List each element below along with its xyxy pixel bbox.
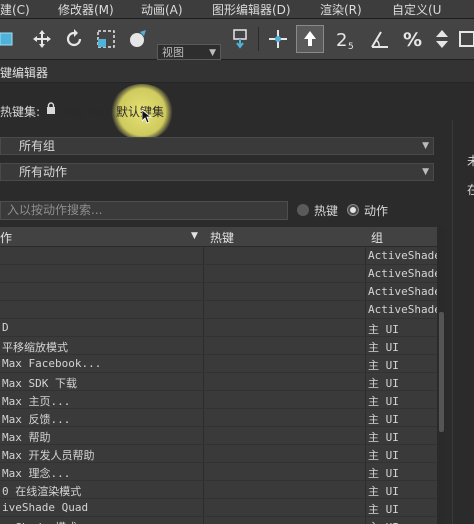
table-row[interactable]: Max 理念... 主 UI	[0, 463, 437, 481]
group-filter-value: 所有组	[19, 139, 56, 153]
row-action: 0 在线渲染模式	[2, 485, 82, 498]
table-row[interactable]: ActiveShade	[0, 247, 437, 265]
toolbar-divider	[258, 27, 259, 51]
header-action[interactable]: 作	[0, 229, 12, 246]
row-action: 平移缩放模式	[2, 341, 68, 354]
menu-create[interactable]: 建(C)	[0, 1, 30, 18]
action-filter-value: 所有动作	[19, 165, 68, 179]
menu-graph-editors[interactable]: 图形编辑器(D)	[212, 1, 291, 18]
row-group: ActiveShade	[368, 249, 437, 262]
menu-modifiers[interactable]: 修改器(M)	[58, 1, 114, 18]
row-group: 主 UI	[368, 503, 399, 516]
reference-coordinate-select[interactable]: 视图 ▼	[157, 44, 221, 60]
row-action: Max 主页...	[2, 395, 71, 408]
pivot-center-icon[interactable]	[226, 25, 254, 53]
row-group: 主 UI	[368, 377, 399, 390]
table-row[interactable]: Max 反馈... 主 UI	[0, 409, 437, 427]
svg-text:2: 2	[336, 30, 347, 50]
menu-animation[interactable]: 动画(A)	[141, 1, 183, 18]
row-action: D	[2, 321, 9, 334]
row-group: 主 UI	[368, 359, 399, 372]
chevron-down-icon: ▼	[209, 48, 216, 58]
rotate-icon[interactable]	[60, 25, 88, 53]
actions-table: 作 ▼ 热键 组 ActiveShade ActiveShade ActiveSha…	[0, 227, 437, 524]
row-action: veShade 模式	[2, 519, 77, 524]
table-row[interactable]: D 主 UI	[0, 319, 437, 337]
description-panel: 未 在	[452, 120, 474, 524]
radio-action-label: 动作	[364, 204, 389, 218]
group-filter-dropdown[interactable]: 所有组 ▼	[0, 137, 434, 155]
table-row[interactable]: ActiveShade	[0, 265, 437, 283]
table-row[interactable]: 0 在线渲染模式 主 UI	[0, 481, 437, 499]
row-action: Max 开发人员帮助	[2, 449, 95, 462]
search-placeholder: 入以按动作搜索...	[7, 203, 103, 217]
row-group: 主 UI	[368, 449, 399, 462]
radio-hotkey[interactable]	[297, 204, 309, 216]
row-action: Max 反馈...	[2, 413, 71, 426]
row-group: 主 UI	[368, 431, 399, 444]
scale-icon[interactable]	[92, 25, 120, 53]
table-row[interactable]: ActiveShade	[0, 283, 437, 301]
menu-rendering[interactable]: 渲染(R)	[320, 1, 362, 18]
row-group: ActiveShade	[368, 303, 437, 316]
sort-down-icon[interactable]: ▼	[191, 231, 198, 241]
row-group: 主 UI	[368, 519, 399, 524]
table-row[interactable]: ActiveShade	[0, 301, 437, 319]
row-action: Max 理念...	[2, 467, 71, 480]
snaps-toggle-icon[interactable]: 25	[332, 25, 360, 53]
header-group[interactable]: 组	[371, 229, 383, 246]
header-hotkey[interactable]: 热键	[210, 229, 234, 246]
table-row[interactable]: veShade 模式 主 UI	[0, 517, 437, 524]
hotkey-set-label: 热键集:	[0, 105, 41, 119]
dialog-title-bar: 键编辑器	[0, 60, 474, 83]
chevron-down-icon: ▼	[422, 141, 429, 151]
action-filter-dropdown[interactable]: 所有动作 ▼	[0, 163, 434, 181]
row-group: 主 UI	[368, 323, 399, 336]
table-row[interactable]: Max 帮助 主 UI	[0, 427, 437, 445]
select-manipulate-icon[interactable]	[264, 25, 292, 53]
row-group: 主 UI	[368, 467, 399, 480]
row-group: ActiveShade	[368, 285, 437, 298]
table-row[interactable]: Max SDK 下载 主 UI	[0, 373, 437, 391]
table-row[interactable]: Max 主页... 主 UI	[0, 391, 437, 409]
svg-text:%: %	[403, 29, 422, 50]
menu-bar: 建(C) 修改器(M) 动画(A) 图形编辑器(D) 渲染(R) 自定义(U	[0, 0, 474, 19]
spinner-snap-icon[interactable]	[428, 25, 456, 53]
row-action: iveShade Quad	[2, 501, 89, 514]
move-icon[interactable]	[28, 25, 56, 53]
named-selection-icon[interactable]	[454, 25, 474, 53]
row-group: 主 UI	[368, 485, 399, 498]
table-row[interactable]: Max 开发人员帮助 主 UI	[0, 445, 437, 463]
row-group: ActiveShade	[368, 267, 437, 280]
percent-snap-icon[interactable]: %	[398, 25, 426, 53]
svg-text:5: 5	[348, 42, 354, 50]
place-icon[interactable]	[124, 25, 152, 53]
row-action: Max Facebook...	[2, 357, 102, 370]
menu-customize[interactable]: 自定义(U	[392, 1, 441, 18]
view-select-label: 视图	[162, 46, 184, 59]
select-object-icon[interactable]	[0, 25, 22, 53]
radio-action[interactable]	[347, 204, 359, 216]
description-text: 未	[467, 154, 474, 168]
row-group: 主 UI	[368, 395, 399, 408]
row-action: Max SDK 下载	[2, 377, 77, 390]
description-text: 在	[467, 183, 474, 197]
table-header: 作 ▼ 热键 组	[0, 227, 437, 247]
keyboard-shortcut-override-icon[interactable]	[296, 25, 324, 53]
radio-hotkey-label: 热键	[314, 204, 339, 218]
row-action: Max 帮助	[2, 431, 51, 444]
row-group: 主 UI	[368, 341, 399, 354]
lock-icon[interactable]	[46, 102, 56, 118]
table-row[interactable]: 平移缩放模式 主 UI	[0, 337, 437, 355]
table-row[interactable]: iveShade Quad 主 UI	[0, 499, 437, 517]
table-row[interactable]: Max Facebook... 主 UI	[0, 355, 437, 373]
main-toolbar: 视图 ▼ 25 %	[0, 19, 474, 60]
mouse-cursor-icon	[141, 109, 153, 127]
action-search-input[interactable]: 入以按动作搜索...	[0, 201, 288, 220]
chevron-down-icon: ▼	[422, 167, 429, 177]
angle-snap-icon[interactable]	[366, 25, 394, 53]
row-group: 主 UI	[368, 413, 399, 426]
scrollbar-thumb[interactable]	[439, 312, 444, 432]
dialog-title: 键编辑器	[0, 66, 49, 80]
